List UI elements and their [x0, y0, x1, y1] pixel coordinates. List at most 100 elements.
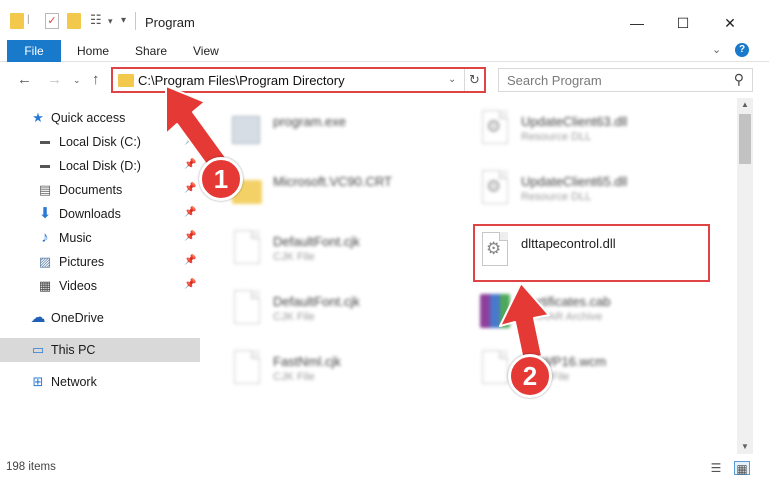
large-icons-view-icon[interactable]: ▦	[734, 461, 750, 476]
download-icon: ⬇	[38, 205, 52, 222]
file-item[interactable]: Microsoft.VC90.CRT	[228, 164, 478, 220]
pin-icon[interactable]: 📌	[184, 183, 196, 194]
file-name: DefaultFont.cjk	[273, 234, 360, 249]
file-name: program.exe	[273, 114, 346, 129]
sidebar-item-onedrive[interactable]: ☁ OneDrive	[0, 306, 200, 330]
customize-icon[interactable]: ☷	[90, 12, 102, 28]
search-icon[interactable]: ⚲	[734, 71, 744, 88]
navigation-bar: ← → ⌄ ↑ C:\Program Files\Program Directo…	[0, 62, 769, 98]
sidebar-item-label: Documents	[59, 183, 123, 197]
tab-view[interactable]: View	[193, 40, 219, 62]
sidebar-item-label: Music	[59, 231, 92, 245]
navigation-pane: ★ Quick access ▬ Local Disk (C:) 📌 ▬ Loc…	[0, 98, 200, 454]
properties-icon[interactable]: ✓	[45, 13, 59, 29]
scrollbar-thumb[interactable]	[739, 114, 751, 164]
new-folder-icon[interactable]	[67, 13, 81, 29]
tab-home[interactable]: Home	[77, 40, 109, 62]
file-item[interactable]: ⚙ UpdateClient63.dll Resource DLL	[476, 104, 726, 160]
computer-icon: ▭	[31, 342, 45, 357]
exe-icon	[228, 110, 262, 152]
file-item[interactable]: FastNml.cjk CJK File	[228, 344, 478, 400]
recent-chevron-icon[interactable]: ⌄	[73, 75, 81, 86]
file-name: FastNml.cjk	[273, 354, 341, 369]
pin-icon[interactable]: 📌	[184, 279, 196, 290]
highlight-box	[473, 224, 710, 282]
network-icon: ⊞	[32, 374, 44, 389]
documents-icon: ▤	[38, 182, 52, 197]
address-path[interactable]: C:\Program Files\Program Directory	[138, 73, 345, 88]
sidebar-item-label: This PC	[51, 343, 96, 357]
window-title: Program	[145, 15, 195, 30]
callout-badge-2: 2	[508, 354, 552, 398]
file-name: UpdateClient65.dll	[521, 174, 628, 189]
minimize-button[interactable]: —	[617, 10, 657, 36]
up-arrow-icon[interactable]: ↑	[92, 71, 100, 88]
file-icon	[228, 230, 262, 272]
tab-share[interactable]: Share	[135, 40, 167, 62]
sidebar-item-music[interactable]: ♪ Music 📌	[0, 226, 200, 250]
scroll-up-icon[interactable]: ▲	[737, 98, 753, 112]
search-input[interactable]: Search Program	[507, 73, 602, 88]
sidebar-item-label: Videos	[59, 279, 97, 293]
folder-icon	[118, 74, 134, 87]
pin-icon[interactable]: 📌	[184, 255, 196, 266]
dll-icon: ⚙	[476, 170, 510, 212]
title-separator	[135, 12, 136, 30]
file-item[interactable]: program.exe	[228, 104, 478, 160]
callout-badge-1: 1	[199, 157, 243, 201]
file-type: Resource DLL	[521, 131, 592, 143]
dropdown-icon[interactable]: ▾	[121, 15, 126, 26]
sidebar-item-downloads[interactable]: ⬇ Downloads 📌	[0, 202, 200, 226]
pin-icon[interactable]: 📌	[184, 207, 196, 218]
sidebar-item-quick-access[interactable]: ★ Quick access	[0, 106, 200, 130]
search-box[interactable]: Search Program ⚲	[498, 68, 753, 92]
refresh-icon[interactable]: ↻	[464, 69, 484, 91]
sidebar-item-documents[interactable]: ▤ Documents 📌	[0, 178, 200, 202]
sidebar-item-pictures[interactable]: ▨ Pictures 📌	[0, 250, 200, 274]
file-name: Microsoft.VC90.CRT	[273, 174, 392, 189]
details-view-icon[interactable]: ☰	[708, 461, 724, 475]
scroll-down-icon[interactable]: ▼	[737, 440, 753, 454]
file-icon	[228, 350, 262, 392]
sidebar-item-label: Local Disk (D:)	[59, 159, 141, 173]
sidebar-item-label: Pictures	[59, 255, 105, 269]
music-icon: ♪	[41, 229, 49, 246]
file-name: Certificates.cab	[521, 294, 611, 309]
pin-icon[interactable]: 📌	[184, 135, 196, 146]
close-button[interactable]: ✕	[710, 10, 750, 36]
file-item[interactable]: DefaultFont.cjk CJK File	[228, 284, 478, 340]
pin-icon[interactable]: 📌	[184, 231, 196, 242]
sidebar-item-local-disk-d[interactable]: ▬ Local Disk (D:) 📌	[0, 154, 200, 178]
sidebar-item-network[interactable]: ⊞ Network	[0, 370, 200, 394]
maximize-button[interactable]: ☐	[663, 10, 703, 36]
file-item[interactable]: Certificates.cab WinRAR Archive	[476, 284, 726, 340]
status-bar: 198 items ☰ ▦	[0, 454, 769, 494]
address-dropdown-icon[interactable]: ⌄	[448, 74, 456, 85]
tab-file[interactable]: File	[7, 40, 61, 62]
cloud-icon: ☁	[30, 309, 46, 326]
pin-icon[interactable]: 📌	[184, 159, 196, 170]
file-name: DefaultFont.cjk	[273, 294, 360, 309]
expand-ribbon-icon[interactable]: ⌄	[712, 43, 721, 56]
chevron-down-icon[interactable]: ▾	[108, 16, 113, 27]
sidebar-item-local-disk-c[interactable]: ▬ Local Disk (C:) 📌	[0, 130, 200, 154]
pictures-icon: ▨	[38, 254, 52, 269]
file-name: UpdateClient63.dll	[521, 114, 628, 129]
sidebar-item-label: Downloads	[59, 207, 121, 221]
file-item[interactable]: ⚙ UpdateClient65.dll Resource DLL	[476, 164, 726, 220]
sidebar-item-label: Local Disk (C:)	[59, 135, 141, 149]
sidebar-item-videos[interactable]: ▦ Videos 📌	[0, 274, 200, 298]
sidebar-item-this-pc[interactable]: ▭ This PC	[0, 338, 200, 362]
title-bar: | ✓ ☷ ▾ ▾ Program — ☐ ✕	[0, 0, 769, 40]
file-type: Resource DLL	[521, 191, 592, 203]
forward-arrow-icon[interactable]: →	[47, 71, 62, 88]
videos-icon: ▦	[38, 278, 52, 293]
back-arrow-icon[interactable]: ←	[17, 71, 32, 88]
help-icon[interactable]: ?	[735, 43, 749, 57]
file-type: CJK File	[273, 371, 315, 383]
archive-icon	[476, 290, 510, 332]
file-item[interactable]: DefaultFont.cjk CJK File	[228, 224, 478, 280]
separator-icon: |	[27, 14, 30, 25]
address-bar[interactable]: C:\Program Files\Program Directory ⌄ ↻	[111, 67, 486, 93]
vertical-scrollbar[interactable]: ▲ ▼	[737, 98, 753, 454]
